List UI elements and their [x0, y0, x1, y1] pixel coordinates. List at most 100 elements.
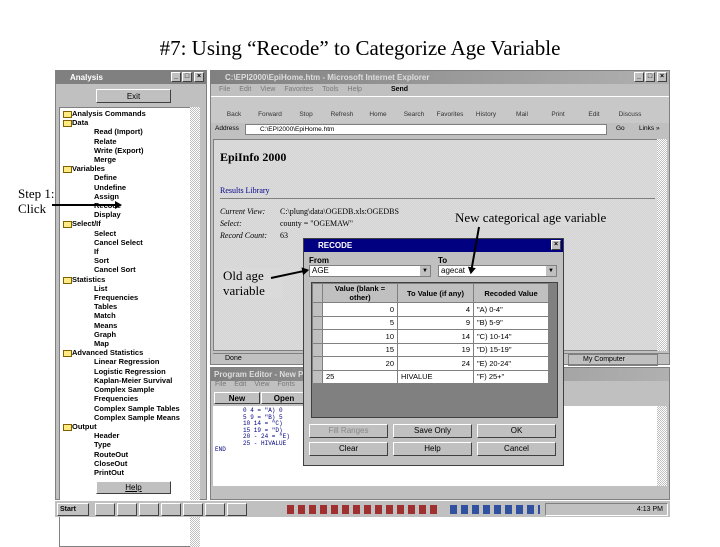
tree-command[interactable]: Frequencies: [60, 293, 194, 302]
tree-command[interactable]: Logistic Regression: [60, 367, 194, 376]
table-row[interactable]: 25 HIVALUE "F) 25+": [312, 369, 549, 384]
value-cell[interactable]: 10: [322, 329, 398, 344]
quick-launch-icons[interactable]: [450, 505, 540, 514]
tree-command[interactable]: Kaplan-Meier Survival: [60, 376, 194, 385]
row-selector[interactable]: [312, 329, 323, 344]
value-cell[interactable]: 15: [322, 342, 398, 357]
table-row[interactable]: 0 4 "A) 0-4": [312, 302, 549, 317]
menu-item[interactable]: Edit: [239, 84, 251, 96]
chevron-down-icon[interactable]: ▼: [420, 266, 430, 276]
tree-command[interactable]: Select: [60, 229, 194, 238]
value-cell[interactable]: 5: [322, 315, 398, 330]
address-input[interactable]: C:\EPI2000\EpiHome.htm: [245, 124, 607, 135]
to-value-cell[interactable]: HIVALUE: [397, 369, 474, 384]
menu-item[interactable]: Help: [348, 84, 362, 96]
cancel-button[interactable]: Cancel: [477, 442, 556, 456]
tree-command[interactable]: Display: [60, 210, 194, 219]
help-button[interactable]: Help: [393, 442, 472, 456]
to-value-cell[interactable]: 14: [397, 329, 474, 344]
menu-item[interactable]: Tools: [322, 84, 338, 96]
tree-command[interactable]: Tables: [60, 302, 194, 311]
toolbar-button[interactable]: Mail: [507, 111, 537, 123]
help-button[interactable]: Help: [96, 481, 171, 494]
tree-command[interactable]: Cancel Select: [60, 238, 194, 247]
tree-command[interactable]: Undefine: [60, 183, 194, 192]
taskbar-app[interactable]: [161, 503, 181, 516]
clear-button[interactable]: Clear: [309, 442, 388, 456]
table-row[interactable]: 15 19 "D) 15-19": [312, 342, 549, 357]
toolbar-button[interactable]: Forward: [255, 111, 285, 123]
save-only-button[interactable]: Save Only: [393, 424, 472, 438]
toolbar-button[interactable]: Stop: [291, 111, 321, 123]
tree-command[interactable]: Match: [60, 311, 194, 320]
tree-command[interactable]: Graph: [60, 330, 194, 339]
tree-group[interactable]: Select/If: [60, 219, 194, 229]
to-value-cell[interactable]: 9: [397, 315, 474, 330]
tree-scrollbar[interactable]: [190, 107, 200, 547]
editor-scrollbar[interactable]: [657, 406, 667, 486]
maximize-button[interactable]: □: [645, 72, 655, 82]
to-value-cell[interactable]: 24: [397, 356, 474, 371]
toolbar-button[interactable]: Edit: [579, 111, 609, 123]
close-button[interactable]: ×: [551, 240, 561, 250]
tree-command[interactable]: List: [60, 284, 194, 293]
close-button[interactable]: ×: [194, 72, 204, 82]
tree-command[interactable]: Define: [60, 173, 194, 182]
results-library-link[interactable]: Results Library: [220, 186, 270, 195]
tree-command[interactable]: Merge: [60, 155, 194, 164]
taskbar-app[interactable]: [139, 503, 159, 516]
send-button[interactable]: Send: [391, 84, 408, 96]
tree-command[interactable]: Linear Regression: [60, 357, 194, 366]
tree-command[interactable]: Complex Sample Means: [60, 413, 194, 422]
close-button[interactable]: ×: [657, 72, 667, 82]
ok-button[interactable]: OK: [477, 424, 556, 438]
toolbar-button[interactable]: Discuss: [615, 111, 645, 123]
links-button[interactable]: Links »: [639, 123, 660, 135]
exit-button[interactable]: Exit: [96, 89, 171, 103]
tree-command[interactable]: Header: [60, 431, 194, 440]
menu-item[interactable]: View: [260, 84, 275, 96]
go-button[interactable]: Go: [616, 123, 625, 135]
tree-command[interactable]: Write (Export): [60, 146, 194, 155]
start-button[interactable]: Start: [57, 503, 89, 516]
minimize-button[interactable]: _: [634, 72, 644, 82]
tree-command[interactable]: Read (Import): [60, 127, 194, 136]
menu-item[interactable]: File: [219, 84, 230, 96]
open-button[interactable]: Open: [261, 392, 307, 404]
toolbar-button[interactable]: Back: [219, 111, 249, 123]
from-select[interactable]: AGE ▼: [309, 265, 431, 277]
toolbar-button[interactable]: Home: [363, 111, 393, 123]
fill-ranges-button[interactable]: Fill Ranges: [309, 424, 388, 438]
tree-group[interactable]: Output: [60, 422, 194, 432]
minimize-button[interactable]: _: [171, 72, 181, 82]
menu-item[interactable]: Favorites: [284, 84, 313, 96]
tree-command[interactable]: Assign: [60, 192, 194, 201]
maximize-button[interactable]: □: [182, 72, 192, 82]
row-selector[interactable]: [312, 315, 323, 330]
tree-command[interactable]: Sort: [60, 256, 194, 265]
new-button[interactable]: New: [214, 392, 260, 404]
taskbar-app[interactable]: [227, 503, 247, 516]
tree-command[interactable]: CloseOut: [60, 459, 194, 468]
toolbar-button[interactable]: History: [471, 111, 501, 123]
to-value-cell[interactable]: 4: [397, 302, 474, 317]
taskbar-app[interactable]: [183, 503, 203, 516]
recoded-value-cell[interactable]: "C) 10-14": [473, 329, 549, 344]
tree-group[interactable]: Data: [60, 118, 194, 128]
table-row[interactable]: 5 9 "B) 5-9": [312, 315, 549, 330]
tree-group[interactable]: Statistics: [60, 275, 194, 284]
quick-launch-icons[interactable]: [287, 505, 437, 514]
browser-scrollbar[interactable]: [657, 139, 667, 351]
tree-command[interactable]: RouteOut: [60, 450, 194, 459]
tree-group[interactable]: Analysis Commands: [60, 109, 194, 119]
row-selector[interactable]: [312, 302, 323, 317]
table-row[interactable]: 10 14 "C) 10-14": [312, 329, 549, 344]
tree-command[interactable]: Complex Sample Tables: [60, 404, 194, 413]
menu-item[interactable]: File: [215, 381, 226, 391]
recoded-value-cell[interactable]: "E) 20-24": [473, 356, 549, 371]
tree-command[interactable]: If: [60, 247, 194, 256]
row-selector[interactable]: [312, 342, 323, 357]
tree-command[interactable]: Relate: [60, 137, 194, 146]
value-cell[interactable]: 0: [322, 302, 398, 317]
recoded-value-cell[interactable]: "B) 5-9": [473, 315, 549, 330]
